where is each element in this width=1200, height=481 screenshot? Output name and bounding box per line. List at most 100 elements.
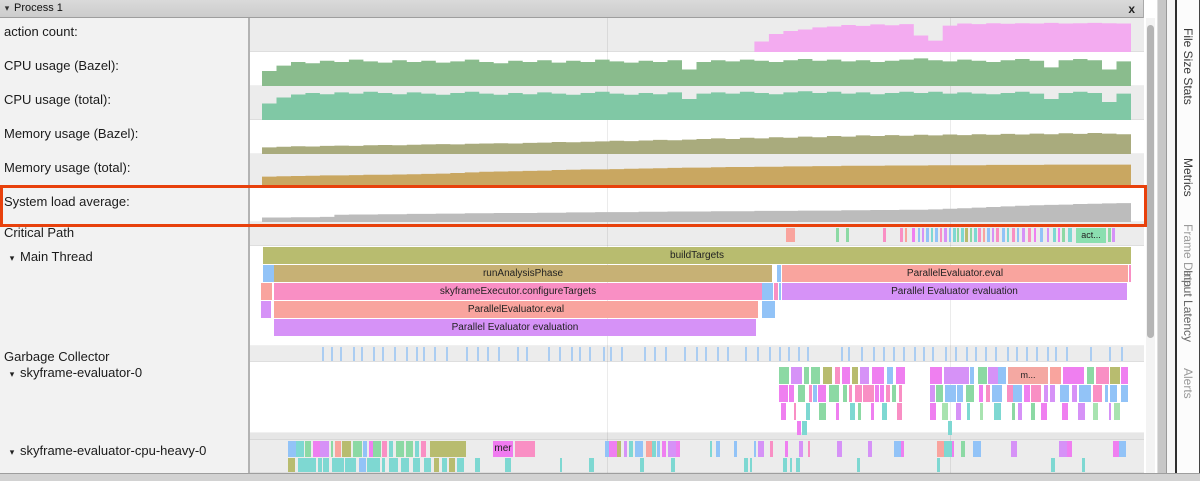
trace-segment[interactable] [823, 367, 832, 384]
trace-segment[interactable] [955, 367, 968, 384]
gc-tick[interactable] [487, 347, 489, 361]
gc-tick[interactable] [434, 347, 436, 361]
gc-tick[interactable] [654, 347, 656, 361]
trace-segment[interactable] [1110, 385, 1117, 402]
trace-segment[interactable] [882, 403, 887, 420]
gc-tick[interactable] [807, 347, 809, 361]
trace-segment[interactable] [640, 458, 644, 472]
trace-segment[interactable] [808, 441, 810, 457]
trace-segment[interactable] [944, 228, 947, 242]
trace-segment[interactable] [318, 458, 322, 472]
trace-segment[interactable] [896, 367, 905, 384]
gc-tick[interactable] [406, 347, 408, 361]
trace-segment[interactable] [875, 385, 878, 402]
trace-segment[interactable] [624, 441, 627, 457]
trace-segment[interactable] [668, 441, 676, 457]
gc-tick[interactable] [1121, 347, 1123, 361]
trace-segment[interactable] [798, 385, 805, 402]
thread-span-sliver[interactable] [779, 283, 781, 300]
trace-segment[interactable] [1109, 403, 1111, 420]
trace-segment[interactable] [783, 458, 787, 472]
gc-tick[interactable] [416, 347, 418, 361]
trace-segment[interactable] [944, 367, 954, 384]
track-background-critical[interactable] [250, 222, 1144, 246]
trace-segment[interactable] [288, 441, 296, 457]
gc-tick[interactable] [603, 347, 605, 361]
trace-segment[interactable] [1041, 403, 1047, 420]
trace-segment[interactable] [785, 441, 788, 457]
trace-segment[interactable] [986, 385, 990, 402]
trace-segment[interactable] [1072, 385, 1077, 402]
gc-tick[interactable] [1036, 347, 1038, 361]
gc-tick[interactable] [1055, 347, 1057, 361]
counter-track-cpu_total[interactable] [250, 86, 1144, 120]
trace-segment[interactable] [1121, 385, 1128, 402]
trace-segment[interactable] [973, 441, 981, 457]
thread-span-sliver[interactable] [261, 301, 271, 318]
thread-span[interactable]: runAnalysisPhase [274, 265, 772, 282]
gc-tick[interactable] [883, 347, 885, 361]
trace-segment[interactable] [791, 367, 801, 384]
trace-segment[interactable] [809, 385, 812, 402]
collapse-icon[interactable]: ▾ [4, 445, 20, 460]
trace-segment[interactable] [978, 367, 987, 384]
trace-segment[interactable] [1059, 441, 1067, 457]
trace-segment[interactable] [1112, 228, 1115, 242]
trace-segment[interactable] [779, 385, 788, 402]
trace-segment[interactable] [609, 441, 617, 457]
trace-segment[interactable] [901, 441, 904, 457]
trace-segment[interactable] [313, 441, 320, 457]
trace-segment[interactable] [835, 367, 841, 384]
trace-segment[interactable] [1002, 228, 1005, 242]
trace-segment[interactable] [305, 441, 311, 457]
trace-segment[interactable] [296, 441, 304, 457]
trace-segment[interactable] [1031, 385, 1041, 402]
trace-segment[interactable] [930, 403, 936, 420]
trace-segment[interactable] [1093, 403, 1099, 420]
trace-segment[interactable] [415, 441, 419, 457]
trace-segment[interactable] [799, 441, 803, 457]
gc-tick[interactable] [745, 347, 747, 361]
sidebar-tab-metrics[interactable]: Metrics [1181, 158, 1195, 197]
trace-segment[interactable] [987, 228, 990, 242]
trace-segment[interactable] [508, 458, 511, 472]
trace-segment[interactable] [918, 228, 920, 242]
gc-tick[interactable] [526, 347, 528, 361]
sidebar-tab-file-size-stats[interactable]: File Size Stats [1181, 28, 1195, 105]
gc-tick[interactable] [571, 347, 573, 361]
trace-segment[interactable] [905, 228, 907, 242]
gc-tick[interactable] [665, 347, 667, 361]
trace-segment[interactable] [852, 367, 857, 384]
trace-segment[interactable] [1113, 441, 1119, 457]
gc-tick[interactable] [841, 347, 843, 361]
trace-segment[interactable] [961, 441, 965, 457]
gc-tick[interactable] [717, 347, 719, 361]
gc-tick[interactable] [975, 347, 977, 361]
close-icon[interactable]: x [1128, 1, 1135, 18]
trace-segment[interactable] [863, 385, 873, 402]
gc-tick[interactable] [696, 347, 698, 361]
thread-span[interactable]: skyframeExecutor.configureTargets [274, 283, 762, 300]
counter-track-mem_total[interactable] [250, 154, 1144, 188]
gc-tick[interactable] [579, 347, 581, 361]
trace-segment[interactable] [983, 228, 985, 242]
trace-segment[interactable] [652, 441, 655, 457]
trace-segment[interactable] [837, 441, 842, 457]
gc-tick[interactable] [322, 347, 324, 361]
gc-tick[interactable] [966, 347, 968, 361]
trace-segment[interactable] [449, 458, 456, 472]
trace-segment[interactable] [442, 458, 447, 472]
trace-segment[interactable] [957, 228, 959, 242]
trace-segment[interactable] [1058, 228, 1060, 242]
track-background-sep[interactable] [250, 433, 1144, 440]
trace-segment[interactable] [560, 458, 563, 472]
trace-segment[interactable] [1078, 403, 1085, 420]
trace-segment[interactable] [965, 228, 968, 242]
trace-segment[interactable] [629, 441, 633, 457]
trace-segment[interactable] [922, 228, 924, 242]
trace-segment[interactable] [1040, 228, 1043, 242]
trace-segment[interactable] [424, 458, 431, 472]
trace-segment[interactable] [758, 441, 764, 457]
trace-segment[interactable] [818, 385, 826, 402]
trace-segment[interactable] [1047, 228, 1049, 242]
